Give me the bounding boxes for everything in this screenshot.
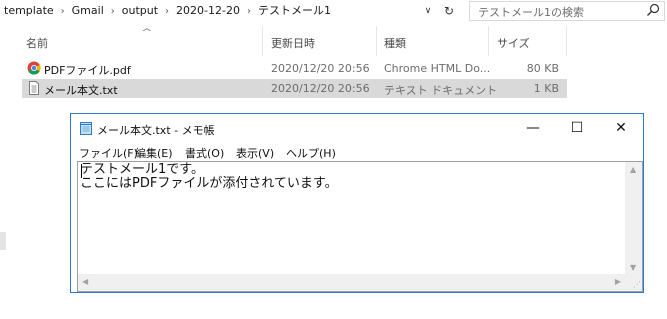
file-row-selected[interactable]: メール本文.txt 2020/12/20 20:56 テキスト ドキュメント 1… xyxy=(22,79,567,98)
breadcrumb-separator[interactable]: › xyxy=(165,4,169,20)
search-placeholder: テストメール1の検索 xyxy=(478,6,584,19)
resize-grip[interactable]: ⋰ xyxy=(625,274,642,291)
horizontal-scrollbar[interactable]: ◀ ▶ xyxy=(78,274,625,291)
sort-ascending-icon: ^ xyxy=(140,28,153,38)
maximize-button[interactable]: ☐ xyxy=(555,114,599,142)
column-header: ^ 名前 更新日時 種類 サイズ xyxy=(22,22,567,56)
file-modified: 2020/12/20 20:56 xyxy=(271,62,370,75)
refresh-icon[interactable]: ↻ xyxy=(439,2,459,20)
search-icon[interactable] xyxy=(646,3,660,17)
column-divider[interactable] xyxy=(262,26,263,56)
file-row[interactable]: PDFファイル.pdf 2020/12/20 20:56 Chrome HTML… xyxy=(22,59,567,78)
scroll-down-icon[interactable]: ▼ xyxy=(630,263,636,272)
text-editor[interactable]: テストメール1です。 ここにはPDFファイルが添付されています。 ▲ ▼ ◀ ▶… xyxy=(77,161,643,292)
scroll-left-icon[interactable]: ◀ xyxy=(82,277,88,286)
breadcrumb-separator[interactable]: › xyxy=(247,4,251,20)
file-size: 1 KB xyxy=(533,82,559,95)
file-type: Chrome HTML Do... xyxy=(384,62,491,75)
text-file-icon xyxy=(29,81,39,95)
notepad-icon xyxy=(80,122,92,135)
column-type[interactable]: 種類 xyxy=(384,35,406,51)
file-size: 80 KB xyxy=(526,62,559,75)
breadcrumb-separator[interactable]: › xyxy=(111,4,115,20)
text-caret xyxy=(81,164,82,178)
chrome-icon xyxy=(27,61,41,75)
breadcrumb-gmail[interactable]: Gmail xyxy=(72,3,104,19)
scroll-up-icon[interactable]: ▲ xyxy=(630,165,636,174)
menu-bar: ファイル(F) 編集(E) 書式(O) 表示(V) ヘルプ(H) xyxy=(71,143,643,161)
search-input[interactable]: テストメール1の検索 xyxy=(469,1,665,21)
column-name[interactable]: 名前 xyxy=(26,35,48,51)
breadcrumb-current-folder[interactable]: テストメール1 xyxy=(258,3,331,19)
address-history-dropdown[interactable]: ∨ xyxy=(419,2,437,20)
resize-grip-icon: ⋰ xyxy=(633,280,641,289)
menu-help[interactable]: ヘルプ(H) xyxy=(286,145,336,161)
breadcrumb: template › Gmail › output › 2020-12-20 › テストメール1 xyxy=(4,3,331,19)
breadcrumb-output[interactable]: output xyxy=(122,3,158,19)
menu-format[interactable]: 書式(O) xyxy=(185,145,224,161)
navigation-pane-edge[interactable] xyxy=(0,232,6,250)
menu-file[interactable]: ファイル(F) xyxy=(79,145,138,161)
column-divider[interactable] xyxy=(566,26,567,56)
menu-edit[interactable]: 編集(E) xyxy=(135,145,173,161)
breadcrumb-date-folder[interactable]: 2020-12-20 xyxy=(176,3,240,19)
text-line: テストメール1です。 xyxy=(80,162,204,177)
breadcrumb-template[interactable]: template xyxy=(4,3,54,19)
address-bar[interactable]: template › Gmail › output › 2020-12-20 › テストメール1… xyxy=(0,0,667,22)
file-name: PDFファイル.pdf xyxy=(44,64,131,77)
breadcrumb-separator[interactable]: › xyxy=(61,4,65,20)
file-name: メール本文.txt xyxy=(44,84,118,97)
column-size[interactable]: サイズ xyxy=(497,35,530,51)
file-modified: 2020/12/20 20:56 xyxy=(271,82,370,95)
editor-content[interactable]: テストメール1です。 ここにはPDFファイルが添付されています。 xyxy=(80,163,625,273)
menu-view[interactable]: 表示(V) xyxy=(236,145,274,161)
close-button[interactable]: ✕ xyxy=(599,114,643,142)
scroll-right-icon[interactable]: ▶ xyxy=(615,277,621,286)
vertical-scrollbar[interactable]: ▲ ▼ xyxy=(625,162,642,275)
text-line: ここにはPDFファイルが添付されています。 xyxy=(80,176,338,191)
file-type: テキスト ドキュメント xyxy=(384,84,498,97)
notepad-title-bar[interactable]: メール本文.txt - メモ帳 — ☐ ✕ xyxy=(71,114,643,142)
window-title: メール本文.txt - メモ帳 xyxy=(97,124,215,137)
column-divider[interactable] xyxy=(488,26,489,56)
minimize-button[interactable]: — xyxy=(511,114,555,142)
notepad-window[interactable]: メール本文.txt - メモ帳 — ☐ ✕ ファイル(F) 編集(E) 書式(O… xyxy=(70,113,644,293)
column-modified[interactable]: 更新日時 xyxy=(271,35,315,51)
column-divider[interactable] xyxy=(376,26,377,56)
